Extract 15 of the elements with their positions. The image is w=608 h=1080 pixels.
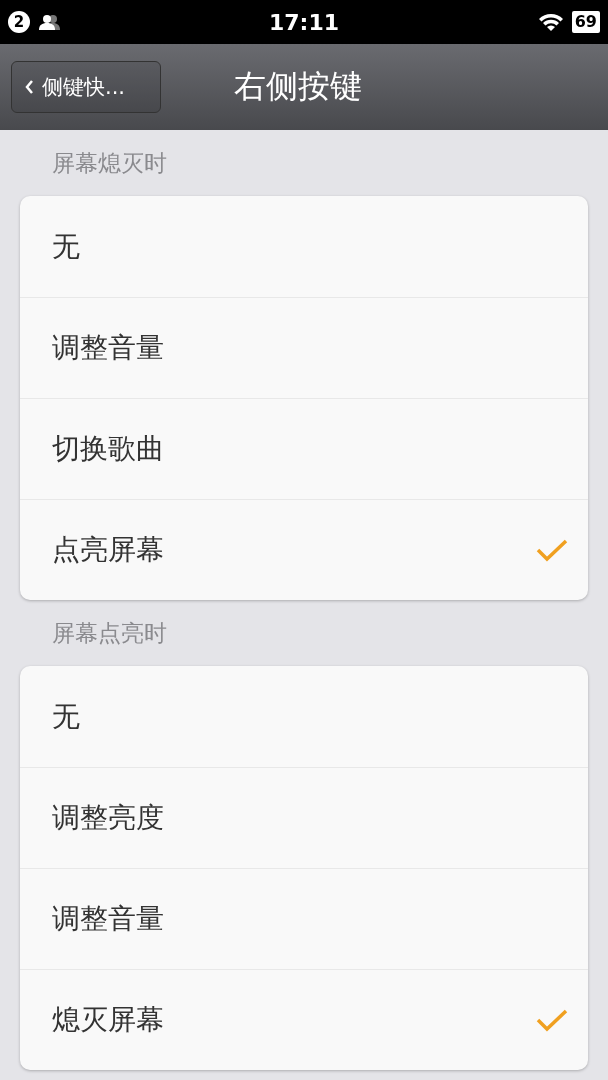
page-title: 右侧按键 [234,66,362,107]
battery-level: 69 [571,11,600,33]
back-button[interactable]: 侧键快... [11,61,161,113]
option-item[interactable]: 切换歌曲 [20,398,588,499]
option-item[interactable]: 调整音量 [20,297,588,398]
option-item[interactable]: 调整音量 [20,868,588,969]
notification-count: 2 [8,11,30,33]
option-item[interactable]: 无 [20,196,588,297]
section-header: 屏幕熄灭时 [51,149,168,178]
section-header: 屏幕点亮时 [51,619,168,648]
option-item[interactable]: 点亮屏幕 [20,499,588,600]
option-item[interactable]: 熄灭屏幕 [20,969,588,1070]
clock-time: 17:11 [269,9,339,35]
option-item[interactable]: 无 [20,666,588,767]
option-item[interactable]: 调整亮度 [20,767,588,868]
